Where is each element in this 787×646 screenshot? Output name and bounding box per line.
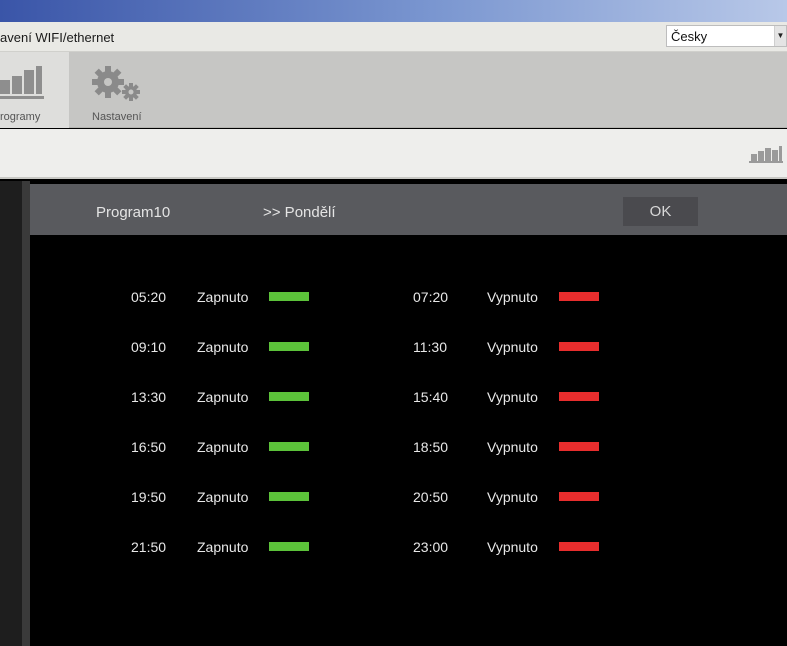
on-indicator <box>269 442 309 451</box>
ok-button[interactable]: OK <box>623 197 698 226</box>
toolbar-settings-button[interactable]: Nastavení <box>78 52 158 128</box>
on-time[interactable]: 09:10 <box>131 339 166 355</box>
on-state-label: Zapnuto <box>197 439 249 455</box>
mini-bar-chart-icon[interactable] <box>749 146 785 164</box>
gears-icon <box>92 66 140 101</box>
off-indicator <box>559 442 599 451</box>
off-time[interactable]: 18:50 <box>413 439 448 455</box>
on-time[interactable]: 05:20 <box>131 289 166 305</box>
schedule-panel: 05:20 Zapnuto 07:20 Vypnuto 09:10 Zapnut… <box>30 235 787 646</box>
window-titlebar <box>0 0 787 22</box>
off-time[interactable]: 23:00 <box>413 539 448 555</box>
on-indicator <box>269 292 309 301</box>
off-time[interactable]: 11:30 <box>413 339 447 355</box>
left-panel-edge <box>22 181 30 646</box>
on-indicator <box>269 342 309 351</box>
off-indicator <box>559 542 599 551</box>
off-state-label: Vypnuto <box>487 439 538 455</box>
left-panel-strip <box>0 181 22 646</box>
off-state-label: Vypnuto <box>487 539 538 555</box>
language-selected-value: Česky <box>671 29 708 44</box>
off-state-label: Vypnuto <box>487 489 538 505</box>
off-indicator <box>559 292 599 301</box>
toolbar-programs-label: rogramy <box>0 111 41 123</box>
off-state-label: Vypnuto <box>487 389 538 405</box>
on-indicator <box>269 392 309 401</box>
off-time[interactable]: 07:20 <box>413 289 448 305</box>
toolbar-settings-label: Nastavení <box>92 111 142 123</box>
main-toolbar: rogramy Nastavení <box>0 52 787 128</box>
on-time[interactable]: 13:30 <box>131 389 166 405</box>
bar-chart-icon <box>0 66 44 99</box>
off-indicator <box>559 342 599 351</box>
off-state-label: Vypnuto <box>487 289 538 305</box>
on-state-label: Zapnuto <box>197 289 249 305</box>
on-state-label: Zapnuto <box>197 489 249 505</box>
day-name[interactable]: >> Pondělí <box>263 204 336 221</box>
toolbar-programs-button[interactable]: rogramy <box>0 52 69 128</box>
language-select[interactable]: Česky ▼ <box>666 25 787 47</box>
dropdown-arrow-icon[interactable]: ▼ <box>774 26 786 46</box>
program-name: Program10 <box>96 204 171 221</box>
on-time[interactable]: 16:50 <box>131 439 166 455</box>
on-time[interactable]: 21:50 <box>131 539 166 555</box>
on-time[interactable]: 19:50 <box>131 489 166 505</box>
on-state-label: Zapnuto <box>197 389 249 405</box>
sub-toolbar <box>0 129 787 179</box>
dialog-header: Program10 >> Pondělí OK <box>30 184 787 235</box>
on-state-label: Zapnuto <box>197 539 249 555</box>
off-indicator <box>559 492 599 501</box>
menu-bar: avení WIFI/ethernet Česky ▼ <box>0 22 787 52</box>
on-indicator <box>269 492 309 501</box>
off-time[interactable]: 15:40 <box>413 389 448 405</box>
off-indicator <box>559 392 599 401</box>
off-time[interactable]: 20:50 <box>413 489 448 505</box>
on-indicator <box>269 542 309 551</box>
off-state-label: Vypnuto <box>487 339 538 355</box>
on-state-label: Zapnuto <box>197 339 249 355</box>
wifi-ethernet-settings-menu[interactable]: avení WIFI/ethernet <box>0 30 114 45</box>
